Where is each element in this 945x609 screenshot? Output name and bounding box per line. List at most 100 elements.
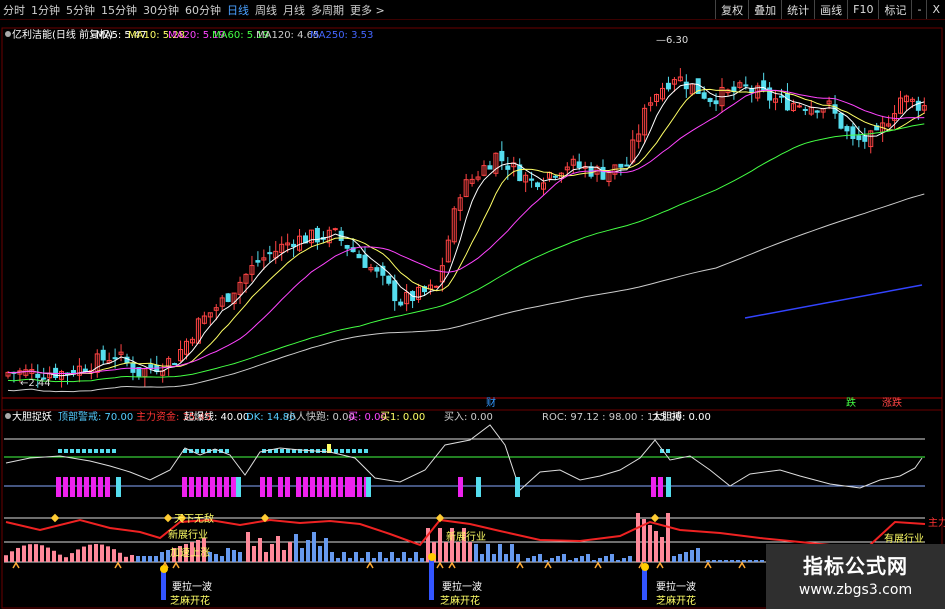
candle-body-42 bbox=[255, 260, 261, 263]
chart-canvas[interactable]: 亿利洁能(日线 前复权)MA5: 5.47MA10: 5.28MA20: 5.1… bbox=[0, 20, 945, 609]
watermark-url: www.zbgs3.com bbox=[798, 582, 913, 598]
toolbar-button-2[interactable]: 统计 bbox=[781, 0, 814, 19]
toolbar-button-7[interactable]: X bbox=[926, 0, 945, 19]
hist-f-616 bbox=[616, 560, 620, 562]
hist-b-148 bbox=[148, 556, 152, 562]
hist-b-220 bbox=[220, 556, 224, 562]
candle-body-134 bbox=[802, 108, 808, 111]
toolbar-button-5[interactable]: 标记 bbox=[878, 0, 911, 19]
hist-f-628 bbox=[628, 556, 632, 562]
timeframe-tab-8[interactable]: 月线 bbox=[280, 2, 308, 18]
dk-bar-c3-476 bbox=[476, 477, 481, 497]
ma60-line bbox=[7, 123, 925, 383]
dk-bar-m6-458 bbox=[458, 477, 463, 497]
candle-body-84 bbox=[505, 165, 511, 170]
timeframe-tab-6[interactable]: 日线 bbox=[224, 2, 252, 18]
hist-g-678 bbox=[678, 554, 682, 562]
hist-h-718 bbox=[718, 560, 722, 562]
candle-body-133 bbox=[796, 105, 802, 108]
bottom-caret-6 bbox=[448, 561, 456, 569]
hist-g-654 bbox=[654, 531, 658, 562]
dk-bar-m1-203 bbox=[203, 477, 208, 497]
warning-dot-2-274 bbox=[274, 449, 278, 453]
hist-a-64 bbox=[64, 557, 68, 562]
dk-bar-m1-182 bbox=[182, 477, 187, 497]
candle-body-18 bbox=[112, 357, 118, 360]
signal-stem-1 bbox=[429, 560, 434, 600]
hist-g-666 bbox=[666, 513, 670, 562]
indicator-label-2: 起爆线: 40.00 bbox=[184, 410, 249, 423]
toolbar-button-6[interactable]: - bbox=[911, 0, 926, 19]
bottom-caret-12 bbox=[704, 561, 712, 569]
hist-d-354 bbox=[354, 552, 358, 562]
hist-d-420 bbox=[420, 558, 424, 562]
dk-bar-c1-236 bbox=[236, 477, 241, 497]
hist-g-660 bbox=[660, 537, 664, 562]
hist-c-324 bbox=[324, 538, 328, 562]
annotation-5: 新展行业 bbox=[446, 530, 486, 543]
hist-c-288 bbox=[288, 542, 292, 562]
dk-bar-m0-63 bbox=[63, 477, 68, 497]
signal-stem-0 bbox=[161, 572, 166, 600]
hist-a-94 bbox=[94, 544, 98, 562]
dk-bar-m0-77 bbox=[77, 477, 82, 497]
warning-dot-0-64 bbox=[64, 449, 68, 453]
bottom-caret-0 bbox=[12, 561, 20, 569]
candle-body-59 bbox=[356, 254, 362, 259]
warning-dot-2-322 bbox=[322, 449, 326, 453]
low-price-label: ←2.44 bbox=[20, 378, 51, 389]
timeframe-tab-3[interactable]: 15分钟 bbox=[98, 2, 140, 18]
hist-f-544 bbox=[544, 560, 548, 562]
bottom-caret-13 bbox=[738, 561, 746, 569]
candle-body-57 bbox=[344, 245, 350, 249]
candle-body-100 bbox=[600, 166, 606, 180]
event-marker-2: 涨跌 bbox=[882, 396, 902, 409]
hist-g-672 bbox=[672, 556, 676, 562]
hist-a-106 bbox=[106, 546, 110, 562]
dk-bar-m4-345 bbox=[345, 477, 350, 497]
candle-body-124 bbox=[743, 84, 749, 87]
timeframe-tab-9[interactable]: 多周期 bbox=[308, 2, 347, 18]
timeframe-tab-4[interactable]: 30分钟 bbox=[140, 2, 182, 18]
hist-b-238 bbox=[238, 552, 242, 562]
timeframe-tab-7[interactable]: 周线 bbox=[252, 2, 280, 18]
hist-a-40 bbox=[40, 545, 44, 562]
hist-a-10 bbox=[10, 551, 14, 562]
hist-e-474 bbox=[474, 544, 478, 562]
dk-bar-m7-651 bbox=[651, 477, 656, 497]
candle-body-130 bbox=[779, 95, 784, 98]
warning-dot-2-304 bbox=[304, 449, 308, 453]
toolbar-right-buttons: 复权 叠加 统计 画线 F10 标记 - X bbox=[715, 0, 945, 19]
warning-dot-0-94 bbox=[94, 449, 98, 453]
hist-f-622 bbox=[622, 558, 626, 562]
toolbar-button-3[interactable]: 画线 bbox=[814, 0, 847, 19]
candle-body-60 bbox=[362, 254, 368, 268]
ma250-line bbox=[744, 284, 923, 319]
hist-b-214 bbox=[214, 554, 218, 562]
timeframe-tab-5[interactable]: 60分钟 bbox=[182, 2, 224, 18]
toolbar-button-0[interactable]: 复权 bbox=[715, 0, 748, 19]
hist-c-294 bbox=[294, 534, 298, 562]
hist-e-486 bbox=[486, 544, 490, 562]
signal-smiley-1 bbox=[428, 553, 436, 561]
warning-dot-0-112 bbox=[112, 449, 116, 453]
warning-dot-2-280 bbox=[280, 449, 284, 453]
timeframe-tab-10[interactable]: 更多 > bbox=[347, 2, 388, 18]
timeframe-tab-2[interactable]: 5分钟 bbox=[63, 2, 98, 18]
candle-body-92 bbox=[552, 175, 558, 178]
timeframe-tab-1[interactable]: 1分钟 bbox=[28, 2, 63, 18]
hist-d-402 bbox=[402, 552, 406, 562]
hist-d-396 bbox=[396, 558, 400, 562]
watermark-title: 指标公式网 bbox=[803, 554, 908, 578]
toolbar-button-1[interactable]: 叠加 bbox=[748, 0, 781, 19]
hist-g-648 bbox=[648, 525, 652, 562]
dk-bar-m5-350 bbox=[350, 477, 355, 497]
timeframe-tab-0[interactable]: 分时 bbox=[0, 2, 28, 18]
candle-body-83 bbox=[499, 150, 505, 162]
hist-f-604 bbox=[604, 556, 608, 562]
toolbar-button-4[interactable]: F10 bbox=[847, 0, 878, 19]
hist-a-58 bbox=[58, 554, 62, 562]
hist-a-76 bbox=[76, 549, 80, 562]
hist-d-348 bbox=[348, 558, 352, 562]
dk-bar-m3-278 bbox=[278, 477, 283, 497]
